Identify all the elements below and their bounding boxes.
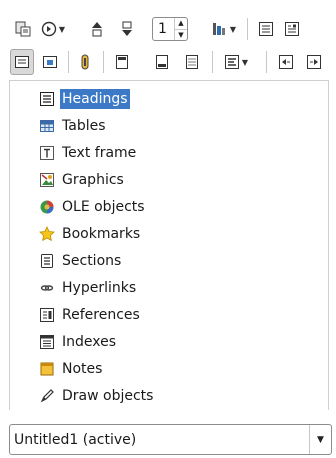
tree-item-label: Sections <box>62 253 122 269</box>
anchor-button[interactable] <box>180 49 204 75</box>
anchor-icon <box>184 54 200 70</box>
tree-item-label: OLE objects <box>62 199 145 215</box>
tree-item-headings[interactable]: Headings <box>38 87 130 111</box>
tree-item-references[interactable]: References <box>38 303 142 327</box>
navigator-content-tree[interactable]: Headings Tables Text frame Graphics OLE … <box>9 80 329 410</box>
header-button[interactable] <box>110 49 134 75</box>
navigator-toolbar-top: ▼ 1 ▲ ▼ ▼ <box>0 14 336 44</box>
promote-level-icon <box>278 54 294 70</box>
chevron-down-icon: ▼ <box>241 57 249 67</box>
references-icon <box>38 306 56 324</box>
notes-icon <box>38 360 56 378</box>
tree-item-label: Bookmarks <box>62 226 141 242</box>
demote-level-icon <box>306 54 322 70</box>
tree-item-label: Draw objects <box>62 388 154 404</box>
document-select[interactable]: Untitled1 (active) ▼ <box>9 424 332 455</box>
navigator-toggle-button[interactable] <box>10 16 36 42</box>
tree-item-text-frame[interactable]: Text frame <box>38 141 138 165</box>
chevron-down-icon[interactable]: ▼ <box>309 425 331 454</box>
hyperlinks-icon <box>38 279 56 297</box>
navigation-icon <box>41 21 57 37</box>
page-number-spinner[interactable]: 1 ▲ ▼ <box>152 17 188 41</box>
tree-item-indexes[interactable]: Indexes <box>38 330 118 354</box>
tree-item-label: Graphics <box>62 172 124 188</box>
content-view-button[interactable] <box>280 16 304 42</box>
ole-objects-icon <box>38 198 56 216</box>
tree-item-label: Text frame <box>62 145 137 161</box>
tree-item-notes[interactable]: Notes <box>38 357 104 381</box>
tree-item-label: Tables <box>62 118 106 134</box>
demote-level-button[interactable] <box>302 49 326 75</box>
previous-icon <box>89 20 105 38</box>
chevron-down-icon: ▼ <box>58 24 66 34</box>
heading-levels-button[interactable]: ▼ <box>218 49 254 75</box>
previous-button[interactable] <box>85 16 109 42</box>
navigator-toolbar-bottom: ▼ <box>0 47 336 77</box>
text-frame-icon <box>38 144 56 162</box>
document-select-value: Untitled1 (active) <box>14 431 137 448</box>
list-box-button[interactable] <box>254 16 278 42</box>
navigation-button[interactable]: ▼ <box>38 16 68 42</box>
tree-item-bookmarks[interactable]: Bookmarks <box>38 222 142 246</box>
tree-item-label: Indexes <box>62 334 117 350</box>
sections-icon <box>38 252 56 270</box>
footer-button[interactable] <box>150 49 174 75</box>
content-navigation-view-icon <box>14 54 30 70</box>
chevron-down-icon: ▼ <box>229 24 237 34</box>
content-view-icon <box>284 21 300 37</box>
graphics-icon <box>38 171 56 189</box>
list-box-icon <box>258 21 274 37</box>
header-icon <box>114 54 130 70</box>
tree-item-label: Hyperlinks <box>62 280 137 296</box>
bookmarks-icon <box>38 225 56 243</box>
tree-item-tables[interactable]: Tables <box>38 114 108 138</box>
next-button[interactable] <box>115 16 139 42</box>
next-icon <box>119 20 135 38</box>
list-box-on-off-button[interactable] <box>38 49 62 75</box>
page-number-value[interactable]: 1 <box>153 18 174 40</box>
tree-item-label: Headings <box>60 89 130 109</box>
tree-item-sections[interactable]: Sections <box>38 249 123 273</box>
spin-down-icon[interactable]: ▼ <box>175 28 187 41</box>
promote-level-button[interactable] <box>274 49 298 75</box>
tree-item-graphics[interactable]: Graphics <box>38 168 126 192</box>
reminder-button[interactable] <box>74 49 96 75</box>
tree-item-hyperlinks[interactable]: Hyperlinks <box>38 276 138 300</box>
headings-icon <box>38 90 56 108</box>
drag-mode-button[interactable]: ▼ <box>206 16 240 42</box>
list-box-on-off-icon <box>42 54 58 70</box>
draw-objects-icon <box>38 387 56 405</box>
tree-item-ole-objects[interactable]: OLE objects <box>38 195 147 219</box>
navigator-toggle-icon <box>14 20 32 38</box>
tree-item-label: Notes <box>62 361 103 377</box>
tree-item-label: References <box>62 307 140 323</box>
reminder-icon <box>78 53 92 71</box>
heading-levels-icon <box>224 54 240 70</box>
tree-item-draw-objects[interactable]: Draw objects <box>38 384 155 408</box>
drag-mode-icon <box>210 20 228 38</box>
tables-icon <box>38 117 56 135</box>
indexes-icon <box>38 333 56 351</box>
spin-up-icon[interactable]: ▲ <box>175 18 187 29</box>
content-navigation-view-button[interactable] <box>10 49 34 75</box>
footer-icon <box>154 54 170 70</box>
